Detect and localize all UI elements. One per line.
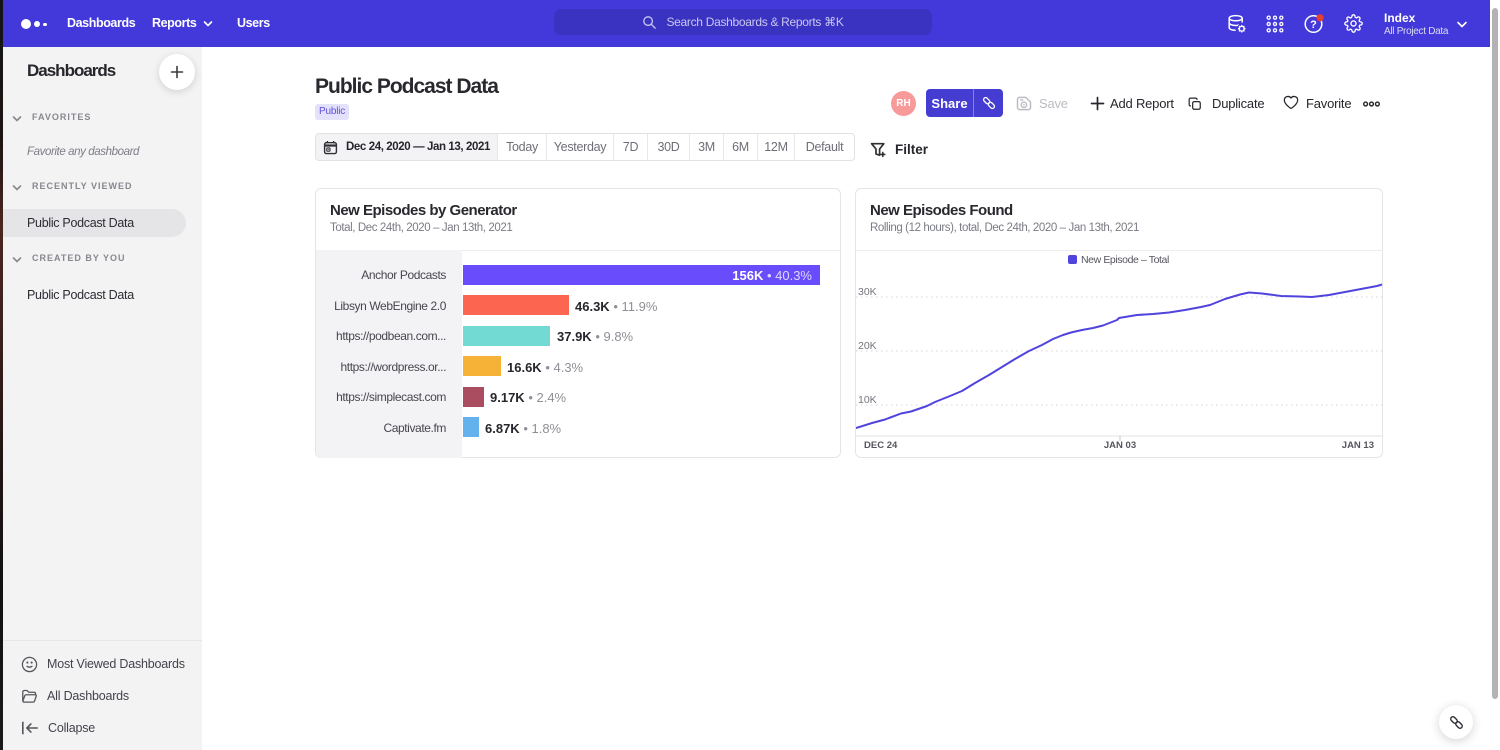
svg-text:20K: 20K xyxy=(858,340,877,352)
svg-text:DEC 24: DEC 24 xyxy=(864,440,898,451)
svg-text:JAN 03: JAN 03 xyxy=(1104,440,1136,451)
svg-text:10K: 10K xyxy=(858,394,877,406)
svg-text:JAN 13: JAN 13 xyxy=(1342,440,1374,451)
svg-text:?: ? xyxy=(1310,19,1317,31)
svg-text:30K: 30K xyxy=(858,286,877,298)
